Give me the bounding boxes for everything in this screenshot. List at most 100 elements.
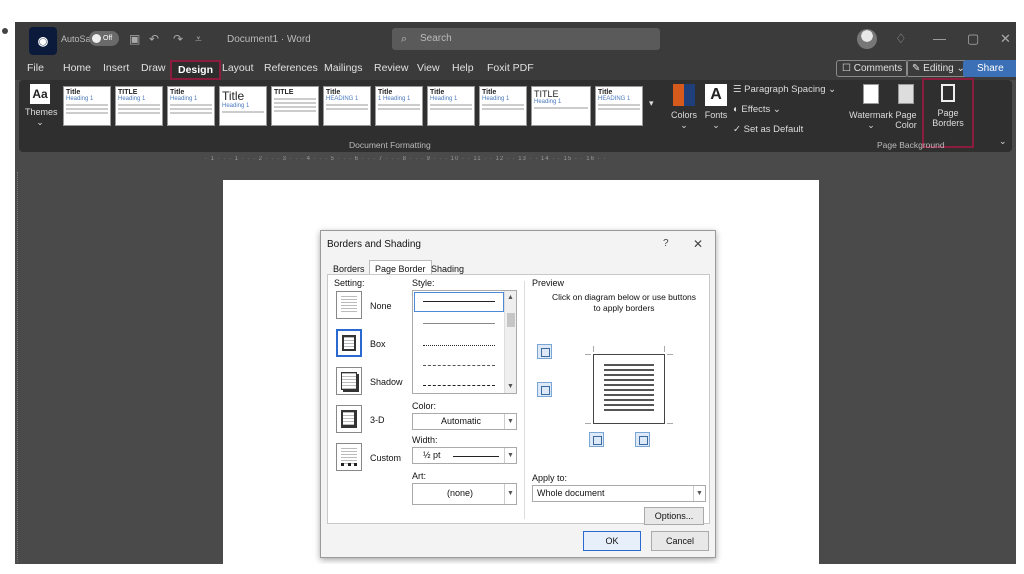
watermark-button[interactable]: Watermark ⌄	[848, 84, 894, 131]
editing-button[interactable]: ✎ Editing ⌄	[906, 60, 971, 77]
setting-box-icon[interactable]	[336, 329, 362, 357]
style-set-3[interactable]: Title Heading 1	[167, 86, 215, 126]
ok-button[interactable]: OK	[583, 531, 641, 551]
effects-button[interactable]: ◐ Effects ⌄	[733, 104, 781, 115]
fonts-button[interactable]: A Fonts ⌄	[703, 84, 729, 131]
lightbulb-icon[interactable]: ♢	[895, 31, 907, 47]
themes-button[interactable]: Aa Themes ⌄	[25, 84, 58, 134]
profile-avatar[interactable]	[857, 29, 877, 49]
style-set-title: TITLE	[274, 89, 294, 96]
width-value: ½ pt	[423, 450, 441, 460]
tab-borders[interactable]: Borders	[333, 264, 365, 274]
setting-none-label[interactable]: None	[370, 301, 392, 311]
preview-corner-mark	[585, 354, 591, 355]
tab-home[interactable]: Home	[63, 62, 91, 74]
tab-draw[interactable]: Draw	[141, 62, 166, 74]
style-dotted-line[interactable]	[423, 345, 495, 346]
selected-style[interactable]	[414, 292, 504, 312]
set-as-default-button[interactable]: ✓ Set as Default	[733, 124, 803, 135]
share-label: Share	[977, 63, 1004, 74]
share-button[interactable]: Share	[963, 60, 1016, 77]
close-icon[interactable]: ✕	[693, 237, 703, 251]
tab-insert[interactable]: Insert	[103, 62, 129, 74]
tab-view[interactable]: View	[417, 62, 440, 74]
style-list[interactable]: ▲ ▼	[412, 290, 517, 394]
style-set-9[interactable]: Title Heading 1	[479, 86, 527, 126]
apply-to-select[interactable]: Whole document ▼	[532, 485, 706, 502]
style-set-title: Title	[170, 89, 185, 96]
style-set-title: Title	[222, 89, 245, 103]
maximize-icon[interactable]: ▢	[967, 31, 979, 47]
setting-3d-label[interactable]: 3-D	[370, 415, 385, 425]
art-label: Art:	[412, 471, 427, 481]
search-icon: ⌕	[401, 33, 408, 45]
page-color-label: Page Color	[895, 110, 917, 130]
save-icon[interactable]: ▣	[129, 32, 140, 46]
style-scrollbar[interactable]: ▲ ▼	[504, 291, 516, 393]
tab-shading[interactable]: Shading	[431, 264, 464, 274]
style-set-2[interactable]: TITLE Heading 1	[115, 86, 163, 126]
minimize-icon[interactable]: —	[933, 31, 946, 46]
paragraph-spacing-label: Paragraph Spacing	[744, 84, 826, 95]
style-gallery-more-icon[interactable]: ▾	[649, 98, 654, 109]
scroll-thumb[interactable]	[507, 313, 515, 327]
setting-custom-label[interactable]: Custom	[370, 453, 401, 463]
scroll-up-icon[interactable]: ▲	[507, 294, 514, 301]
setting-3d-icon[interactable]	[336, 405, 362, 433]
tab-layout[interactable]: Layout	[222, 62, 254, 74]
tab-mailings[interactable]: Mailings	[324, 62, 363, 74]
art-value: (none)	[447, 488, 474, 498]
right-border-button[interactable]	[635, 432, 650, 447]
style-dash-dot-line[interactable]	[423, 385, 495, 386]
search-box[interactable]: ⌕ Search	[392, 28, 660, 50]
word-window: ◉ AutoSave Off ▣ ↶ ↷ ⩡ Document1 · Word …	[15, 22, 1016, 564]
setting-box-label[interactable]: Box	[370, 339, 386, 349]
options-button[interactable]: Options...	[644, 507, 704, 525]
tab-file[interactable]: File	[27, 62, 44, 74]
art-select[interactable]: (none) ▼	[412, 483, 517, 505]
tab-help[interactable]: Help	[452, 62, 474, 74]
preview-diagram[interactable]	[593, 354, 665, 424]
help-icon[interactable]: ?	[663, 238, 669, 249]
vertical-ruler[interactable]	[17, 172, 27, 562]
tab-review[interactable]: Review	[374, 62, 408, 74]
bullet-dot	[2, 28, 8, 34]
close-window-icon[interactable]: ✕	[1000, 31, 1011, 47]
left-border-button[interactable]	[589, 432, 604, 447]
width-select[interactable]: ½ pt ▼	[412, 447, 517, 464]
scroll-down-icon[interactable]: ▼	[507, 383, 514, 390]
style-set-4[interactable]: Title Heading 1	[219, 86, 267, 126]
redo-icon[interactable]: ↷	[173, 32, 183, 46]
tab-foxit-pdf[interactable]: Foxit PDF	[487, 62, 534, 74]
style-set-10[interactable]: TITLE Heading 1	[531, 86, 591, 126]
style-dashed-line[interactable]	[423, 365, 495, 366]
color-select[interactable]: Automatic ▼	[412, 413, 517, 430]
style-solid-line[interactable]	[423, 301, 495, 302]
colors-button[interactable]: Colors ⌄	[669, 84, 699, 131]
setting-shadow-icon[interactable]	[336, 367, 362, 395]
tab-references[interactable]: References	[264, 62, 318, 74]
style-set-11[interactable]: Title HEADING 1	[595, 86, 643, 126]
setting-none-icon[interactable]	[336, 291, 362, 319]
comments-button[interactable]: ☐ Comments	[836, 60, 909, 77]
customize-qat-icon[interactable]: ⩡	[195, 32, 202, 47]
top-border-button[interactable]	[537, 344, 552, 359]
collapse-ribbon-icon[interactable]: ⌄	[999, 136, 1007, 147]
style-set-8[interactable]: Title Heading 1	[427, 86, 475, 126]
cancel-button[interactable]: Cancel	[651, 531, 709, 551]
watermark-icon	[863, 84, 879, 104]
style-set-6[interactable]: Title HEADING 1	[323, 86, 371, 126]
style-set-5[interactable]: TITLE	[271, 86, 319, 126]
undo-icon[interactable]: ↶	[149, 32, 159, 46]
bottom-border-button[interactable]	[537, 382, 552, 397]
paragraph-spacing-button[interactable]: ☰ Paragraph Spacing ⌄	[733, 84, 836, 95]
horizontal-ruler[interactable]: · 1 · · · 1 · · · 2 · · · 3 · · · 4 · · …	[205, 156, 825, 164]
setting-shadow-label[interactable]: Shadow	[370, 377, 403, 387]
tab-design[interactable]: Design	[170, 60, 222, 80]
setting-custom-icon[interactable]	[336, 443, 362, 471]
autosave-toggle[interactable]: Off	[89, 31, 119, 46]
page-color-button[interactable]: Page Color	[891, 84, 921, 130]
style-set-7[interactable]: Title 1 Heading 1	[375, 86, 423, 126]
style-set-1[interactable]: Title Heading 1	[63, 86, 111, 126]
style-thin-line[interactable]	[423, 323, 495, 324]
